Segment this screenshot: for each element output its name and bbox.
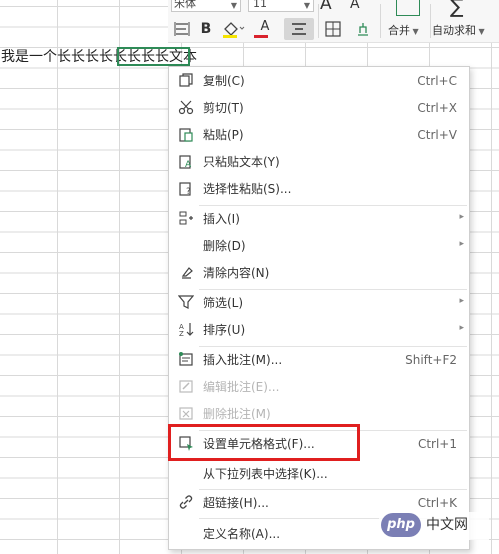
hyperlink-icon: [177, 494, 195, 512]
watermark-text: 中文网: [426, 517, 468, 533]
menu-item-label: 清除内容(N): [203, 266, 270, 280]
menu-item-paste[interactable]: 粘贴(P) Ctrl+V: [169, 122, 469, 148]
clear-format-icon[interactable]: [352, 18, 374, 40]
menu-item-filter[interactable]: 筛选(L) ▸: [169, 290, 469, 316]
merge-cells-button[interactable]: 合并 ▼: [388, 22, 419, 38]
paste-special-icon: ?: [177, 180, 195, 198]
fill-color-button[interactable]: [220, 18, 246, 40]
filter-icon: [177, 294, 195, 312]
toolbar-divider: [430, 4, 431, 38]
font-name-value: 宋体: [174, 0, 196, 10]
menu-item-label: 插入批注(M)...: [203, 353, 283, 367]
sigma-icon[interactable]: ∑: [450, 0, 463, 18]
paste-icon: [177, 126, 195, 144]
merge-label: 合并: [388, 24, 410, 37]
menu-item-paste-text[interactable]: A 只粘贴文本(Y): [169, 149, 469, 175]
menu-item-label: 超链接(H)...: [203, 496, 269, 510]
cut-icon: [177, 99, 195, 117]
menu-item-pick-from-list[interactable]: 从下拉列表中选择(K)...: [169, 461, 469, 487]
chevron-right-icon: ▸: [459, 212, 464, 222]
php-logo: php: [381, 513, 421, 537]
clear-icon: [177, 264, 195, 282]
chevron-down-icon: ▼: [476, 27, 485, 36]
watermark: php 中文网: [379, 512, 489, 540]
chevron-right-icon: ▸: [459, 296, 464, 306]
font-size-select[interactable]: 11 ▼: [248, 0, 314, 12]
menu-item-shortcut: Ctrl+X: [417, 101, 457, 115]
insert-comment-icon: [177, 351, 195, 369]
align-center-button[interactable]: [284, 18, 314, 40]
menu-item-insert-comment[interactable]: 插入批注(M)... Shift+F2: [169, 347, 469, 373]
copy-icon: [177, 72, 195, 90]
menu-item-label: 选择性粘贴(S)...: [203, 182, 292, 196]
autosum-label: 自动求和: [432, 24, 476, 37]
menu-item-label: 从下拉列表中选择(K)...: [203, 467, 328, 481]
chevron-right-icon: ▸: [459, 323, 464, 333]
borders-button[interactable]: [320, 18, 346, 40]
autosum-button[interactable]: 自动求和 ▼: [432, 22, 485, 38]
menu-item-label: 粘贴(P): [203, 128, 244, 142]
font-name-select[interactable]: 宋体 ▼: [171, 0, 241, 12]
font-color-letter: A: [260, 19, 270, 34]
menu-item-shortcut: Ctrl+K: [417, 496, 457, 510]
toolbar-divider: [318, 4, 319, 38]
shrink-font-button[interactable]: A: [350, 0, 360, 12]
edit-comment-icon: [177, 378, 195, 396]
menu-item-label: 删除批注(M): [203, 407, 271, 421]
menu-item-label: 排序(U): [203, 323, 246, 337]
wrap-text-icon[interactable]: [172, 18, 192, 40]
menu-item-label: 插入(I): [203, 212, 240, 226]
menu-item-shortcut: Shift+F2: [405, 353, 457, 367]
menu-item-paste-special[interactable]: ? 选择性粘贴(S)...: [169, 176, 469, 202]
menu-item-shortcut: Ctrl+C: [417, 74, 457, 88]
svg-text:Z: Z: [179, 330, 184, 337]
menu-item-label: 只粘贴文本(Y): [203, 155, 280, 169]
bold-button[interactable]: B: [198, 18, 214, 40]
menu-item-label: 筛选(L): [203, 296, 244, 310]
context-menu: 复制(C) Ctrl+C 剪切(T) Ctrl+X 粘贴(P) Ctrl+V A…: [168, 66, 470, 550]
insert-icon: [177, 210, 195, 228]
font-color-bar: [254, 35, 268, 38]
menu-item-insert[interactable]: 插入(I) ▸: [169, 206, 469, 232]
sort-icon: AZ: [177, 321, 195, 339]
menu-item-delete[interactable]: 删除(D) ▸: [169, 233, 469, 259]
menu-item-label: 定义名称(A)...: [203, 527, 281, 541]
paste-text-icon: A: [177, 153, 195, 171]
ribbon-toolbar: 宋体 ▼ 11 ▼ A A B A 合并 ▼ ∑ 自动求和 ▼: [168, 0, 499, 43]
menu-item-label: 删除(D): [203, 239, 246, 253]
menu-item-edit-comment: 编辑批注(E)...: [169, 374, 469, 400]
menu-item-clear[interactable]: 清除内容(N): [169, 260, 469, 286]
menu-item-label: 编辑批注(E)...: [203, 380, 280, 394]
merge-cells-icon[interactable]: [396, 0, 420, 16]
menu-item-shortcut: Ctrl+1: [417, 437, 457, 451]
chevron-down-icon: ▼: [410, 27, 419, 36]
font-color-button[interactable]: A: [252, 18, 278, 40]
delete-comment-icon: [177, 405, 195, 423]
menu-item-cut[interactable]: 剪切(T) Ctrl+X: [169, 95, 469, 121]
menu-item-label: 复制(C): [203, 74, 245, 88]
selected-cell[interactable]: [117, 47, 190, 66]
menu-item-shortcut: Ctrl+V: [417, 128, 457, 142]
grow-font-button[interactable]: A: [320, 0, 332, 14]
toolbar-divider: [380, 4, 381, 38]
highlight-box: [168, 424, 360, 461]
chevron-down-icon: ▼: [303, 1, 310, 10]
menu-item-label: 剪切(T): [203, 101, 244, 115]
chevron-right-icon: ▸: [459, 239, 464, 249]
menu-item-sort[interactable]: AZ 排序(U) ▸: [169, 317, 469, 343]
menu-item-copy[interactable]: 复制(C) Ctrl+C: [169, 68, 469, 94]
font-size-value: 11: [253, 0, 267, 10]
svg-text:A: A: [185, 160, 192, 169]
chevron-down-icon: ▼: [230, 1, 237, 10]
svg-text:?: ?: [186, 187, 191, 196]
